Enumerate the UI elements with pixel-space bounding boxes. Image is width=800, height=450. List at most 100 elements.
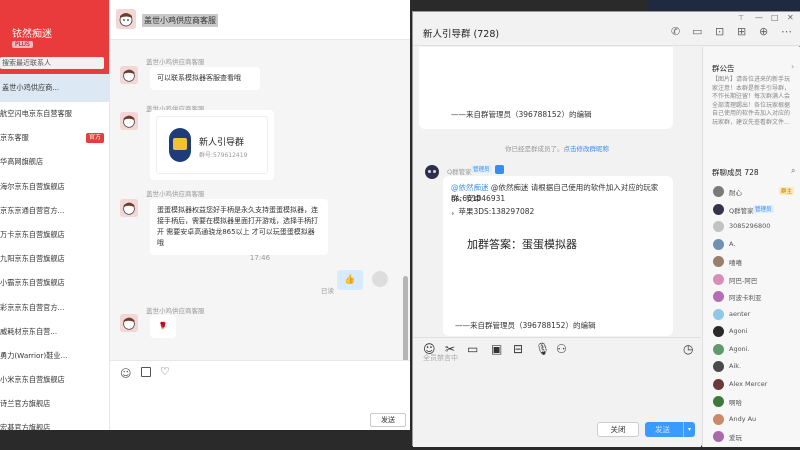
member-name: 耐心 [729,189,742,197]
contact-item[interactable]: 威耗材京东自营... [0,320,109,344]
contact-item[interactable]: 万卡京东自营旗舰店 [0,223,109,247]
contact-item[interactable]: 盖世小鸡供应商... [0,74,109,102]
profile-header: 铱然痴迷 PLUS 搜索最近联系人 [0,0,109,74]
contact-item[interactable]: 京东京通自营官方... [0,199,109,223]
member-item[interactable]: Alex Mercer [713,378,799,392]
bot-avatar[interactable] [425,165,439,179]
contact-item[interactable]: 九阳京东自营旗舰店 [0,247,109,271]
image-icon[interactable]: ▣ [491,342,502,356]
member-avatar [713,326,724,337]
contact-item[interactable]: 小霸京东自营旗舰店 [0,271,109,295]
folder-icon[interactable]: ▭ [467,342,478,356]
member-avatar [713,378,724,390]
contact-label: 彩京京东自营官方... [0,302,65,312]
edit-nickname-link[interactable]: 点击修改群昵称 [564,145,610,153]
shop-avatar [116,9,136,29]
contact-item[interactable]: 海尔京东自营旗舰店 [0,175,109,199]
close-button[interactable]: 关闭 [597,422,639,437]
history-icon[interactable]: ◷ [683,342,693,356]
member-name: Agoni. [729,344,750,353]
send-button[interactable]: 发送 [370,413,406,427]
shop-chat-window: 铱然痴迷 PLUS 搜索最近联系人 盖世小鸡供应商... 航空闪电京东自营客服 京东… [0,0,410,430]
read-status: 已读 [321,287,334,295]
minimize-icon[interactable]: — [755,13,763,22]
member-item[interactable]: 耐心 群主 [713,185,799,199]
contact-item[interactable]: 京东客服 官方 [0,126,109,150]
contact-item[interactable]: 宏碁官方旗舰店 [0,416,109,430]
contact-label: 海尔京东自营旗舰店 [0,181,65,191]
contact-item[interactable]: 航空闪电京东自营客服 [0,102,109,126]
group-card[interactable]: 新人引导群 群号:579612419 [156,116,268,174]
message-sender: 盖世小鸡供应商客服 [146,190,205,198]
chat-input-area[interactable]: ☺ ♡ 发送 [110,360,410,430]
mic-icon[interactable]: 🎙 [535,342,550,356]
member-avatar [713,431,724,442]
add-icon[interactable]: ⊕ [759,25,768,38]
member-item[interactable]: Agoni [713,325,799,339]
search-icon[interactable]: ⌕ [791,166,795,176]
chat-pane: 盖世小鸡供应商客服 盖世小鸡供应商客服 可以联系模拟器客服查看哦 盖世小鸡供应商… [110,0,410,430]
contact-item[interactable]: 华高网旗舰店 [0,150,109,174]
scroll-thumb[interactable] [403,276,408,366]
member-item[interactable]: Agoni. [713,343,799,357]
contact-label: 小霸京东自营旗舰店 [0,278,65,288]
pin-icon[interactable]: ⊤ [738,14,744,22]
contact-search-input[interactable]: 搜索最近联系人 [0,57,104,69]
my-avatar [372,271,388,287]
member-name: 爱玩 [729,434,742,442]
image-icon[interactable] [141,367,151,377]
screen-share-icon[interactable]: ⊡ [715,25,724,38]
heart-icon[interactable]: ♡ [160,365,170,378]
more-tools-icon[interactable]: ⚇ [556,342,567,356]
contact-item[interactable]: 小米京东自营旗舰店 [0,368,109,392]
chevron-right-icon[interactable]: › [791,62,794,71]
contact-item[interactable]: 彩京京东自营官方... [0,296,109,320]
send-button[interactable]: 发送 ▾ [645,422,695,437]
member-item[interactable]: Q群管家 管理员 [713,203,799,217]
more-icon[interactable]: ⋯ [781,25,792,38]
emoji-icon[interactable]: ☺ [120,367,131,380]
group-message-input[interactable]: 全员禁言中 [423,353,458,363]
group-side-panel: 群公告 › 【图片】请各位进来的新手玩家注意！本群是新手引导群，不作长期驻留！每… [702,47,800,447]
member-item[interactable]: 3085296800 [713,220,799,234]
send-options-icon[interactable]: ▾ [683,422,695,437]
contact-label: 万卡京东自营旗舰店 [0,229,65,239]
shop-avatar [120,66,138,84]
member-item[interactable]: aenter [713,308,799,322]
phone-icon[interactable]: ✆ [671,25,680,38]
member-name: 啊哈 [729,399,742,407]
member-name: A. [729,239,736,248]
member-name: Alex Mercer [729,379,768,388]
editor-note: ——来自群管理员（396788152）的编辑 [451,110,592,119]
announcement-title[interactable]: 群公告 [712,63,735,74]
group-logo-icon [169,128,191,162]
chat-title: 盖世小鸡供应商客服 [142,14,218,27]
member-item[interactable]: A. [713,238,799,252]
official-tag: 官方 [85,133,104,144]
member-item[interactable]: 啊哈 [713,395,799,409]
member-item[interactable]: 爱玩 [713,430,799,444]
member-avatar [713,361,724,372]
contact-item[interactable]: 诗兰官方旗舰店 [0,392,109,416]
group-card-message[interactable]: 新人引导群 群号:579612419 [150,110,274,180]
contact-label: 小米京东自营旗舰店 [0,375,65,385]
announcement-text[interactable]: 【图片】请各位进来的新手玩家注意！本群是新手引导群，不作长期驻留！每次群满人会全… [712,76,794,127]
apps-icon[interactable]: ⊞ [737,25,746,38]
member-item[interactable]: 阿波卡利亚 [713,290,799,304]
box-icon[interactable]: ⊟ [513,342,523,356]
maximize-icon[interactable]: □ [771,13,779,22]
group-chat-window: 新人引导群 (728) ✆ ▭ ⊡ ⊞ ⊕ ⋯ ⊤ — □ ✕ ——来自群管理员… [412,11,800,447]
user-name[interactable]: 铱然痴迷 [12,25,52,40]
chat-scrollbar[interactable] [402,40,408,366]
member-item[interactable]: 阿巴-阿巴 [713,273,799,287]
contact-item[interactable]: 勇力(Warrior)鞋业... [0,344,109,368]
close-icon[interactable]: ✕ [787,13,794,22]
members-title: 群聊成员 728 [712,168,759,177]
member-avatar [713,343,724,355]
member-item[interactable]: Andy Au [713,413,799,427]
member-item[interactable]: 嘻嘻 [713,255,799,269]
video-icon[interactable]: ▭ [692,25,702,38]
group-input-area[interactable]: ☺ ✂ ▭ ▣ ⊟ 🎙 ⚇ ◷ 全员禁言中 关闭 发送 ▾ [413,337,701,447]
bot-message-line2: ns:601046931 [451,194,506,203]
member-item[interactable]: Aik. [713,360,799,374]
